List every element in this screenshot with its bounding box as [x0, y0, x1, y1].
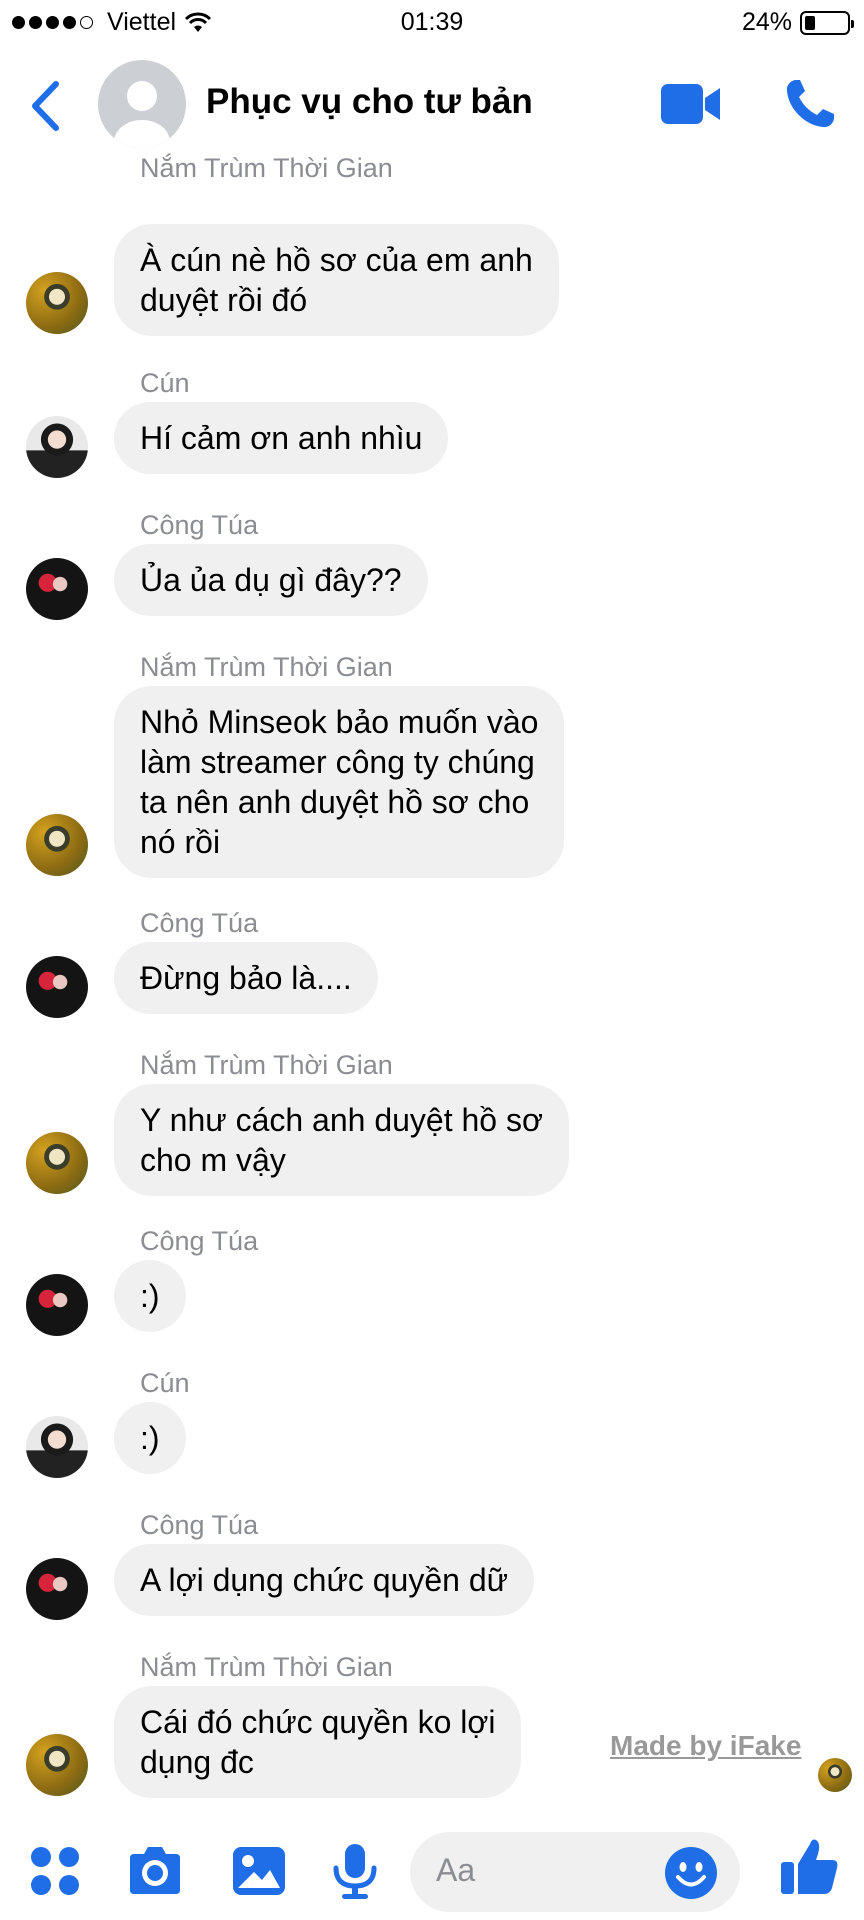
- message-line: Hí cảm ơn anh nhìu: [140, 420, 423, 456]
- message-bubble[interactable]: :): [114, 1402, 186, 1474]
- battery-icon: [800, 10, 854, 35]
- sender-name: Nắm Trùm Thời Gian: [140, 652, 393, 682]
- message-line: nó rồi: [140, 824, 221, 860]
- sender-name: Nắm Trùm Thời Gian: [140, 1050, 393, 1080]
- message-bubble[interactable]: A lợi dụng chức quyền dữ: [114, 1544, 535, 1616]
- message-input[interactable]: Aa: [410, 1832, 740, 1912]
- message-bubble[interactable]: Nhỏ Minseok bảo muốn vào làm streamer cô…: [114, 686, 565, 878]
- composer-bar: Aa: [0, 1820, 864, 1920]
- message-line: duyệt rồi đó: [140, 282, 308, 318]
- avatar[interactable]: [26, 814, 88, 876]
- gallery-button[interactable]: [230, 1842, 288, 1900]
- read-receipt-avatar: [818, 1758, 852, 1792]
- avatar[interactable]: [26, 1416, 88, 1478]
- sender-name: Công Túa: [140, 510, 259, 540]
- message-line: Nhỏ Minseok bảo muốn vào: [140, 704, 539, 740]
- message-bubble[interactable]: :): [114, 1260, 186, 1332]
- chat-header: Phục vụ cho tư bản: [0, 46, 864, 164]
- avatar[interactable]: [26, 1558, 88, 1620]
- message-bubble[interactable]: Đừng bảo là....: [114, 942, 378, 1014]
- message-bubble[interactable]: Y như cách anh duyệt hồ sơ cho m vậy: [114, 1084, 569, 1196]
- message-bubble[interactable]: Ủa ủa dụ gì đây??: [114, 544, 428, 616]
- avatar[interactable]: [26, 272, 88, 334]
- avatar[interactable]: [26, 416, 88, 478]
- message-bubble[interactable]: À cún nè hồ sơ của em anh duyệt rồi đó: [114, 224, 559, 336]
- message-bubble[interactable]: Hí cảm ơn anh nhìu: [114, 402, 449, 474]
- message-bubble[interactable]: Cái đó chức quyền ko lợi dụng đc: [114, 1686, 522, 1798]
- message-input-placeholder: Aa: [436, 1852, 476, 1888]
- four-dots-icon: [31, 1847, 79, 1895]
- group-avatar[interactable]: [98, 60, 186, 148]
- sender-name: Cún: [140, 1368, 190, 1398]
- microphone-button[interactable]: [326, 1842, 384, 1900]
- sender-name: Nắm Trùm Thời Gian: [140, 153, 393, 183]
- message-line: Đừng bảo là....: [140, 960, 352, 996]
- conversation-title[interactable]: Phục vụ cho tư bản: [206, 82, 533, 122]
- back-button[interactable]: [28, 76, 74, 136]
- camera-button[interactable]: [126, 1842, 184, 1900]
- message-line: ta nên anh duyệt hồ sơ cho: [140, 784, 530, 820]
- sender-name: Nắm Trùm Thời Gian: [140, 1652, 393, 1682]
- like-button[interactable]: [778, 1834, 842, 1898]
- message-line: À cún nè hồ sơ của em anh: [140, 242, 533, 278]
- emoji-button[interactable]: [664, 1846, 718, 1900]
- avatar[interactable]: [26, 1274, 88, 1336]
- avatar[interactable]: [26, 1734, 88, 1796]
- status-bar: Viettel 01:39 24%: [0, 0, 864, 46]
- sender-name: Công Túa: [140, 908, 259, 938]
- message-line: Ủa ủa dụ gì đây??: [140, 562, 402, 598]
- message-line: dụng đc: [140, 1744, 254, 1780]
- thumbs-up-icon: [781, 1839, 838, 1894]
- avatar[interactable]: [26, 558, 88, 620]
- status-right: 24%: [741, 8, 854, 37]
- default-user-icon: [114, 81, 170, 148]
- message-line: :): [140, 1278, 160, 1314]
- camera-icon: [130, 1847, 180, 1894]
- message-line: làm streamer công ty chúng: [140, 744, 535, 780]
- message-line: A lợi dụng chức quyền dữ: [140, 1562, 509, 1598]
- smiley-icon: [665, 1847, 717, 1899]
- avatar[interactable]: [26, 1132, 88, 1194]
- phone-icon: [787, 80, 834, 127]
- message-line: cho m vậy: [140, 1142, 286, 1178]
- more-button[interactable]: [26, 1842, 84, 1900]
- microphone-icon: [333, 1844, 377, 1899]
- sender-name: Công Túa: [140, 1226, 259, 1256]
- video-call-button[interactable]: [660, 82, 722, 126]
- message-line: :): [140, 1420, 160, 1456]
- sender-name: Công Túa: [140, 1510, 259, 1540]
- chevron-left-icon: [32, 81, 59, 131]
- watermark-text: Made by iFake: [610, 1730, 802, 1761]
- message-line: Cái đó chức quyền ko lợi: [140, 1704, 496, 1740]
- image-icon: [233, 1847, 285, 1895]
- avatar[interactable]: [26, 956, 88, 1018]
- message-line: Y như cách anh duyệt hồ sơ: [140, 1102, 543, 1138]
- battery-percentage: 24%: [741, 8, 792, 36]
- status-time: 01:39: [400, 8, 464, 36]
- voice-call-button[interactable]: [782, 76, 838, 132]
- video-camera-icon: [661, 84, 720, 124]
- sender-name: Cún: [140, 368, 190, 398]
